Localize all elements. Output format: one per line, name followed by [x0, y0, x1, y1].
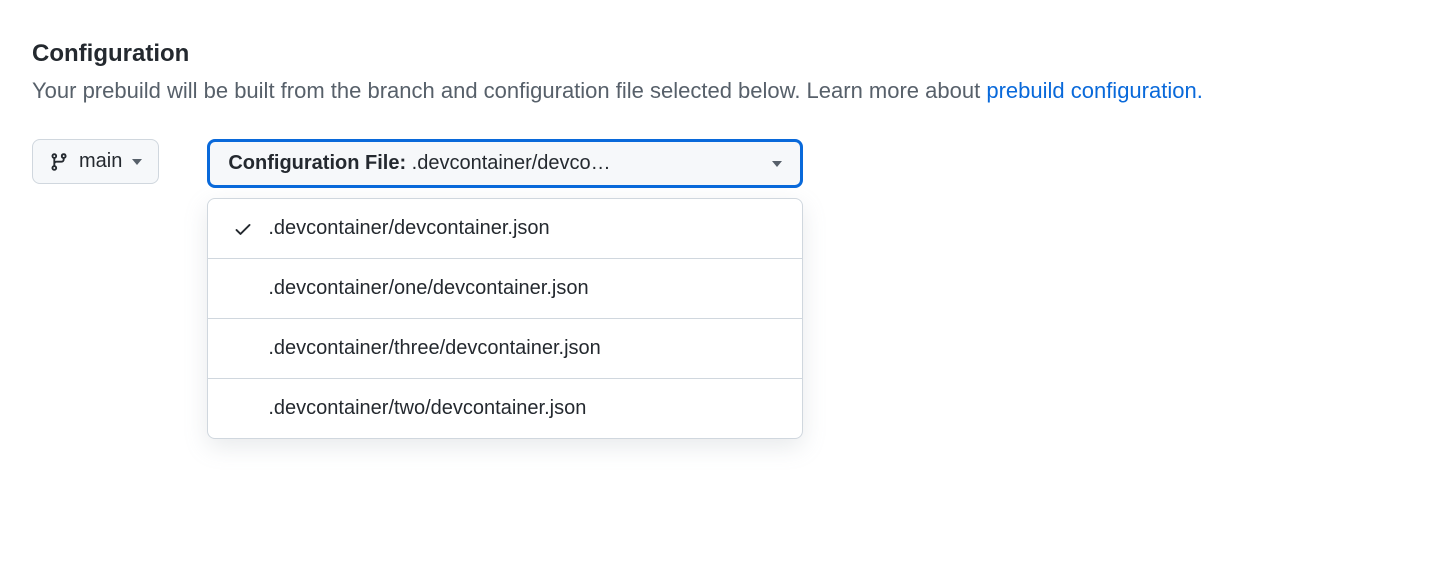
config-file-selector-text: Configuration File: .devcontainer/devco…: [228, 152, 762, 175]
config-dropdown-item[interactable]: .devcontainer/two/devcontainer.json: [208, 379, 802, 438]
git-branch-icon: [49, 151, 69, 173]
prebuild-config-link[interactable]: prebuild configuration.: [986, 78, 1202, 103]
section-description: Your prebuild will be built from the bra…: [32, 74, 1412, 107]
config-dropdown-item-label: .devcontainer/devcontainer.json: [268, 217, 549, 240]
config-dropdown-item-label: .devcontainer/two/devcontainer.json: [268, 397, 586, 420]
config-dropdown: .devcontainer/devcontainer.json .devconta…: [207, 198, 803, 439]
check-slot: [232, 219, 254, 239]
config-column: Configuration File: .devcontainer/devco……: [207, 139, 803, 439]
config-dropdown-item[interactable]: .devcontainer/devcontainer.json: [208, 199, 802, 259]
config-value: .devcontainer/devco…: [412, 152, 611, 174]
config-dropdown-item[interactable]: .devcontainer/three/devcontainer.json: [208, 319, 802, 379]
caret-down-icon: [132, 159, 142, 165]
config-prefix: Configuration File:: [228, 152, 411, 174]
branch-label: main: [79, 150, 122, 173]
branch-selector-button[interactable]: main: [32, 139, 159, 184]
section-heading: Configuration: [32, 40, 1412, 68]
config-dropdown-item[interactable]: .devcontainer/one/devcontainer.json: [208, 259, 802, 319]
config-dropdown-item-label: .devcontainer/three/devcontainer.json: [268, 337, 600, 360]
controls-row: main Configuration File: .devcontainer/d…: [32, 139, 1412, 439]
config-file-selector-button[interactable]: Configuration File: .devcontainer/devco…: [207, 139, 803, 188]
description-text: Your prebuild will be built from the bra…: [32, 78, 986, 103]
config-dropdown-item-label: .devcontainer/one/devcontainer.json: [268, 277, 588, 300]
caret-down-icon: [772, 161, 782, 167]
check-icon: [233, 219, 253, 239]
